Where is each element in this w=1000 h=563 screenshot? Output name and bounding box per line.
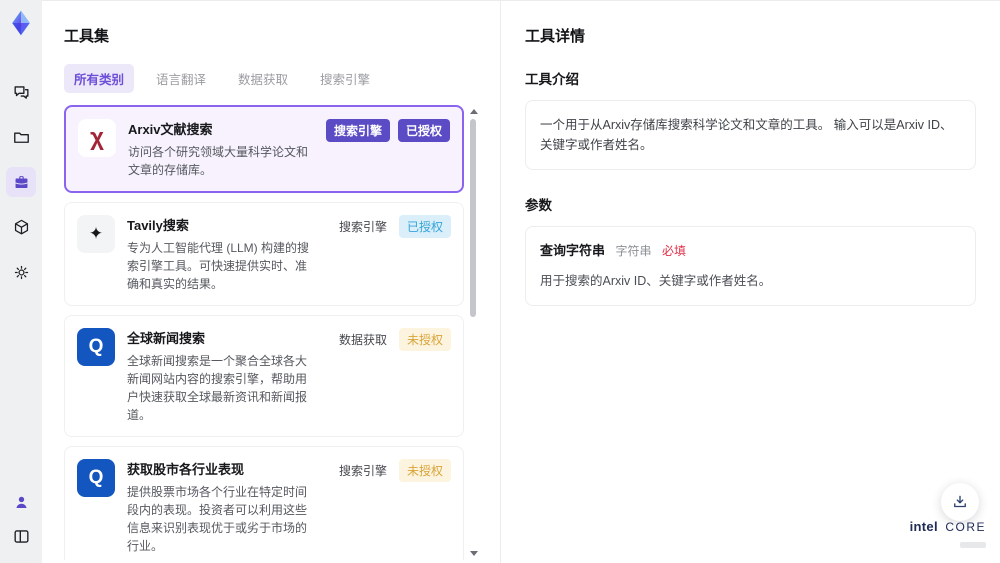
tool-name: Tavily搜索 [127, 218, 189, 233]
sidebar-item-user[interactable] [6, 487, 36, 517]
tool-list: χ Arxiv文献搜索 访问各个研究领域大量科学论文和文章的存储库。 搜索引擎 … [64, 105, 478, 560]
auth-badge: 已授权 [398, 215, 451, 238]
arxiv-icon: χ [78, 119, 116, 157]
tool-name: 获取股市各行业表现 [127, 462, 245, 477]
sidebar-nav [6, 77, 36, 287]
tool-description: 专为人工智能代理 (LLM) 构建的搜索引擎工具。可快速提供实时、准确和真实的结… [127, 241, 310, 291]
sidebar-item-plugins[interactable] [6, 212, 36, 242]
chat-icon [12, 83, 31, 102]
brand-sub-mark [960, 542, 986, 549]
download-button[interactable] [941, 483, 979, 521]
sidebar-item-tools[interactable] [6, 167, 36, 197]
scrollbar-thumb[interactable] [470, 119, 476, 317]
global-news-icon: Q [77, 328, 115, 366]
tool-name: Arxiv文献搜索 [128, 122, 213, 137]
app-window: 工具集 所有类别 语言翻译 数据获取 搜索引擎 χ Arxiv文献搜索 访问各个… [0, 0, 1000, 563]
tab-data-acquisition[interactable]: 数据获取 [228, 64, 298, 93]
sidebar-bottom [6, 487, 36, 551]
app-logo [7, 9, 35, 37]
sidebar-rail [0, 0, 42, 563]
tool-name: 全球新闻搜索 [127, 331, 206, 346]
category-tabs: 所有类别 语言翻译 数据获取 搜索引擎 [64, 64, 478, 93]
panel-icon [12, 527, 31, 546]
intro-box: 一个用于从Arxiv存储库搜索科学论文和文章的工具。 输入可以是Arxiv ID… [525, 100, 976, 170]
folder-icon [12, 128, 31, 147]
tavily-glyph: ✦ [88, 224, 104, 243]
tool-card-tavily[interactable]: ✦ Tavily搜索 专为人工智能代理 (LLM) 构建的搜索引擎工具。可快速提… [64, 202, 464, 306]
tool-card-arxiv[interactable]: χ Arxiv文献搜索 访问各个研究领域大量科学论文和文章的存储库。 搜索引擎 … [64, 105, 464, 193]
auth-badge: 已授权 [397, 119, 450, 142]
detail-title: 工具详情 [525, 28, 586, 45]
finance-glyph: Q [88, 467, 104, 488]
param-required-badge: 必填 [662, 244, 687, 258]
briefcase-icon [12, 173, 31, 192]
param-box: 查询字符串 字符串 必填 用于搜索的Arxiv ID、关键字或作者姓名。 [525, 226, 976, 306]
param-description: 用于搜索的Arxiv ID、关键字或作者姓名。 [540, 273, 772, 288]
tab-search-engine[interactable]: 搜索引擎 [310, 64, 380, 93]
category-tag: 数据获取 [338, 333, 387, 347]
intel-wordmark: intel [909, 518, 938, 534]
user-icon [12, 493, 31, 512]
intro-section-title: 工具介绍 [525, 72, 579, 87]
content-area: 工具集 所有类别 语言翻译 数据获取 搜索引擎 χ Arxiv文献搜索 访问各个… [42, 0, 1000, 563]
core-wordmark: CORE [945, 519, 986, 534]
tool-description: 全球新闻搜索是一个聚合全球各大新闻网站内容的搜索引擎，帮助用户快速获取全球最新资… [127, 354, 308, 422]
tool-description: 访问各个研究领域大量科学论文和文章的存储库。 [128, 145, 309, 177]
sidebar-item-settings[interactable] [6, 257, 36, 287]
scroll-down-arrow[interactable] [470, 551, 478, 556]
intro-text: 一个用于从Arxiv存储库搜索科学论文和文章的工具。 输入可以是Arxiv ID… [540, 118, 953, 152]
auth-badge: 未授权 [398, 459, 451, 482]
param-name: 查询字符串 [540, 243, 606, 258]
sidebar-item-files[interactable] [6, 122, 36, 152]
param-header: 查询字符串 字符串 必填 [540, 241, 961, 262]
tab-all-categories[interactable]: 所有类别 [64, 64, 135, 93]
tool-card-sector-performance[interactable]: Q 获取股市各行业表现 提供股票市场各个行业在特定时间段内的表现。投资者可以利用… [64, 446, 464, 560]
tavily-icon: ✦ [77, 215, 115, 253]
param-type: 字符串 [615, 244, 652, 258]
tool-list-panel: 工具集 所有类别 语言翻译 数据获取 搜索引擎 χ Arxiv文献搜索 访问各个… [42, 1, 500, 563]
tool-card-global-news[interactable]: Q 全球新闻搜索 全球新闻搜索是一个聚合全球各大新闻网站内容的搜索引擎，帮助用户… [64, 315, 464, 437]
gear-icon [12, 263, 31, 282]
category-badge: 搜索引擎 [325, 119, 390, 142]
sector-performance-icon: Q [77, 459, 115, 497]
scroll-up-arrow[interactable] [470, 109, 478, 114]
params-section-title: 参数 [525, 198, 552, 213]
tab-language-translation[interactable]: 语言翻译 [146, 64, 216, 93]
sidebar-item-panel-toggle[interactable] [6, 521, 36, 551]
intel-core-logo: intel CORE [910, 518, 986, 553]
auth-badge: 未授权 [398, 328, 451, 351]
page-title: 工具集 [64, 28, 110, 45]
tool-detail-panel: 工具详情 工具介绍 一个用于从Arxiv存储库搜索科学论文和文章的工具。 输入可… [500, 1, 1000, 563]
sidebar-item-chat[interactable] [6, 77, 36, 107]
category-tag: 搜索引擎 [338, 464, 387, 478]
category-tag: 搜索引擎 [338, 220, 387, 234]
finance-glyph: Q [88, 336, 104, 357]
scrollbar[interactable] [468, 107, 478, 560]
cube-icon [12, 218, 31, 237]
download-icon [951, 493, 969, 511]
tool-description: 提供股票市场各个行业在特定时间段内的表现。投资者可以利用这些信息来识别表现优于或… [127, 485, 308, 553]
arxiv-glyph: χ [90, 124, 104, 151]
